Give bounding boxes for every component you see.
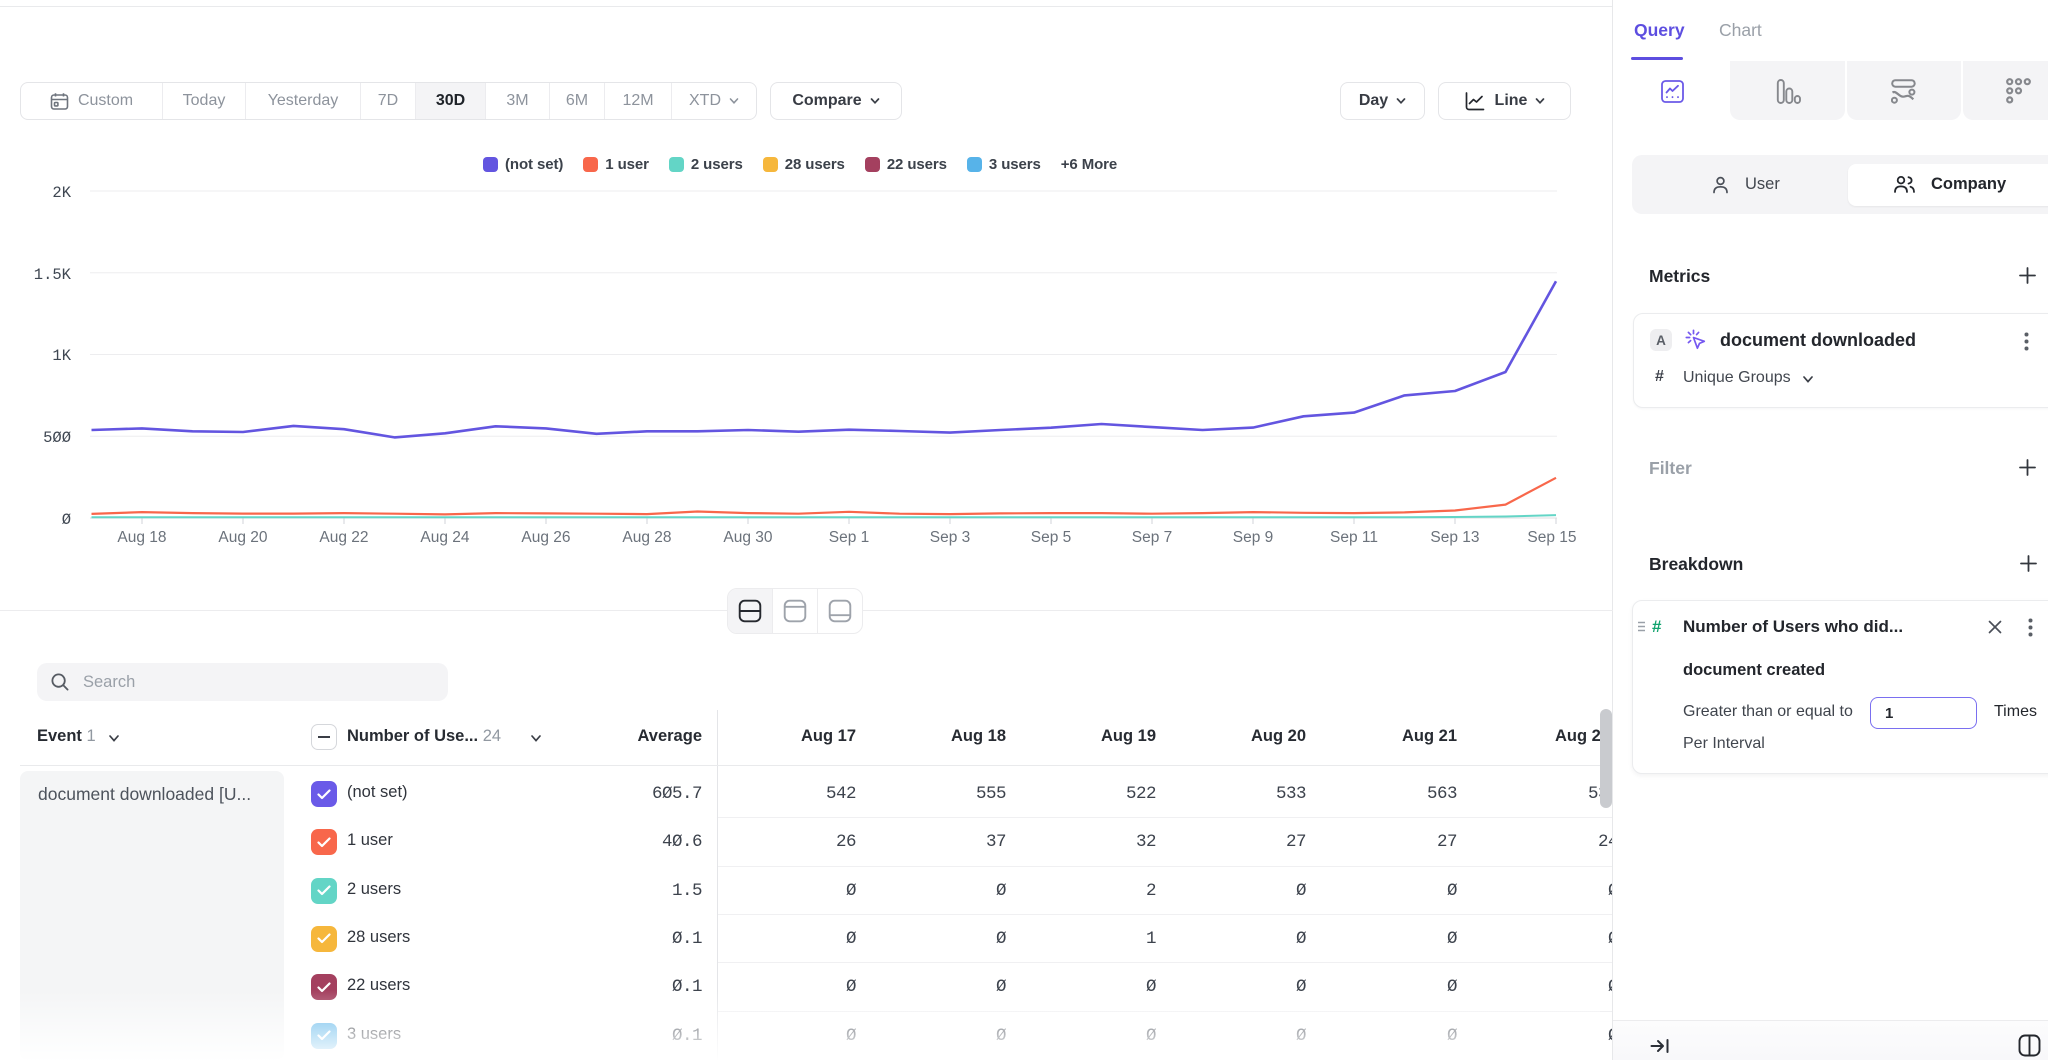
svg-text:Sep 15: Sep 15 bbox=[1527, 529, 1576, 546]
svg-text:Aug 18: Aug 18 bbox=[117, 529, 166, 546]
svg-text:Sep 9: Sep 9 bbox=[1233, 529, 1274, 546]
svg-text:Aug 24: Aug 24 bbox=[420, 529, 470, 546]
svg-text:Sep 5: Sep 5 bbox=[1031, 529, 1072, 546]
svg-text:Ø: Ø bbox=[62, 511, 71, 529]
svg-text:Aug 28: Aug 28 bbox=[622, 529, 671, 546]
svg-text:Sep 11: Sep 11 bbox=[1330, 529, 1378, 546]
svg-text:Sep 1: Sep 1 bbox=[829, 529, 870, 546]
svg-text:5ØØ: 5ØØ bbox=[43, 429, 71, 447]
svg-text:Sep 3: Sep 3 bbox=[930, 529, 971, 546]
svg-text:1K: 1K bbox=[52, 347, 71, 365]
svg-text:Aug 30: Aug 30 bbox=[723, 529, 773, 546]
svg-text:Sep 7: Sep 7 bbox=[1132, 529, 1173, 546]
svg-text:1.5K: 1.5K bbox=[34, 266, 72, 284]
svg-text:Aug 22: Aug 22 bbox=[319, 529, 368, 546]
svg-text:2K: 2K bbox=[52, 184, 71, 202]
svg-text:Aug 20: Aug 20 bbox=[218, 529, 268, 546]
svg-text:Aug 26: Aug 26 bbox=[521, 529, 570, 546]
svg-text:Sep 13: Sep 13 bbox=[1430, 529, 1479, 546]
